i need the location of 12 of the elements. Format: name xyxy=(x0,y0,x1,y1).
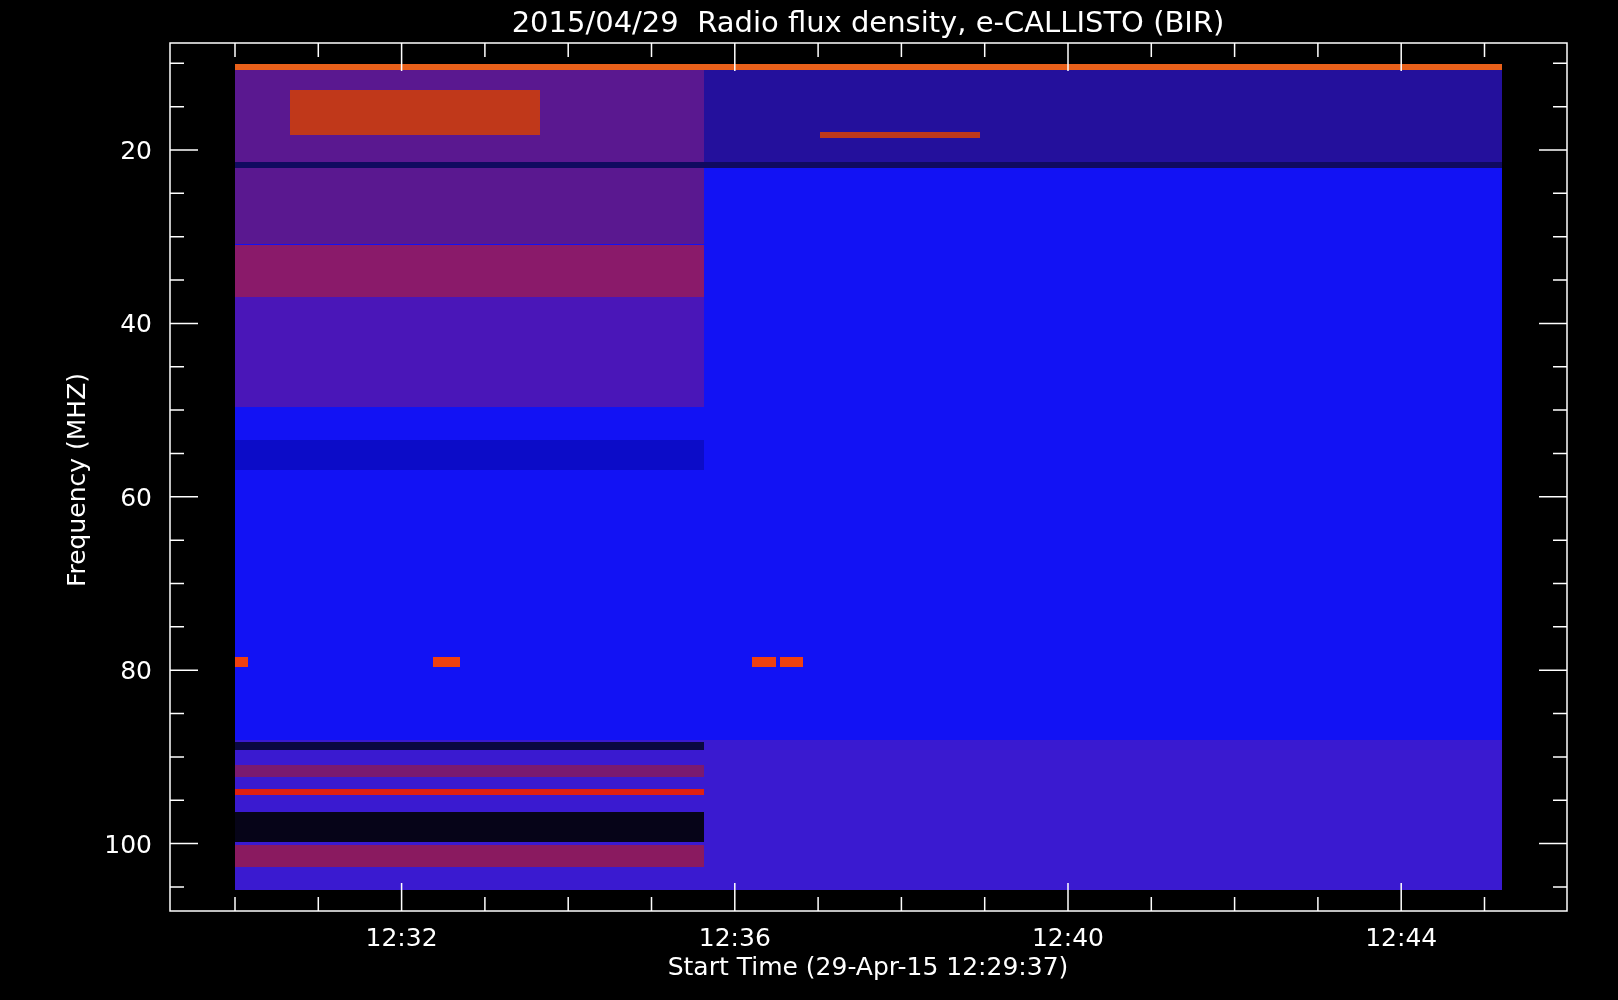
y-tick-label: 80 xyxy=(120,656,152,686)
y-tick-label: 40 xyxy=(120,309,152,339)
x-tick-label: 12:40 xyxy=(1032,923,1104,952)
x-tick-label: 12:36 xyxy=(698,923,771,952)
x-tick-label: 12:44 xyxy=(1365,923,1438,952)
y-tick-label: 60 xyxy=(120,482,152,512)
y-tick-label: 100 xyxy=(104,829,152,859)
y-tick-label: 20 xyxy=(120,136,152,165)
chart-title: 2015/04/29 Radio flux density, e-CALLISTO (BIR) xyxy=(511,5,1225,39)
x-tick-label: 12:32 xyxy=(365,923,438,952)
y-axis-label: Frequency (MHZ) xyxy=(62,372,91,588)
x-axis-label: Start Time (29-Apr-15 12:29:37) xyxy=(667,952,1069,981)
